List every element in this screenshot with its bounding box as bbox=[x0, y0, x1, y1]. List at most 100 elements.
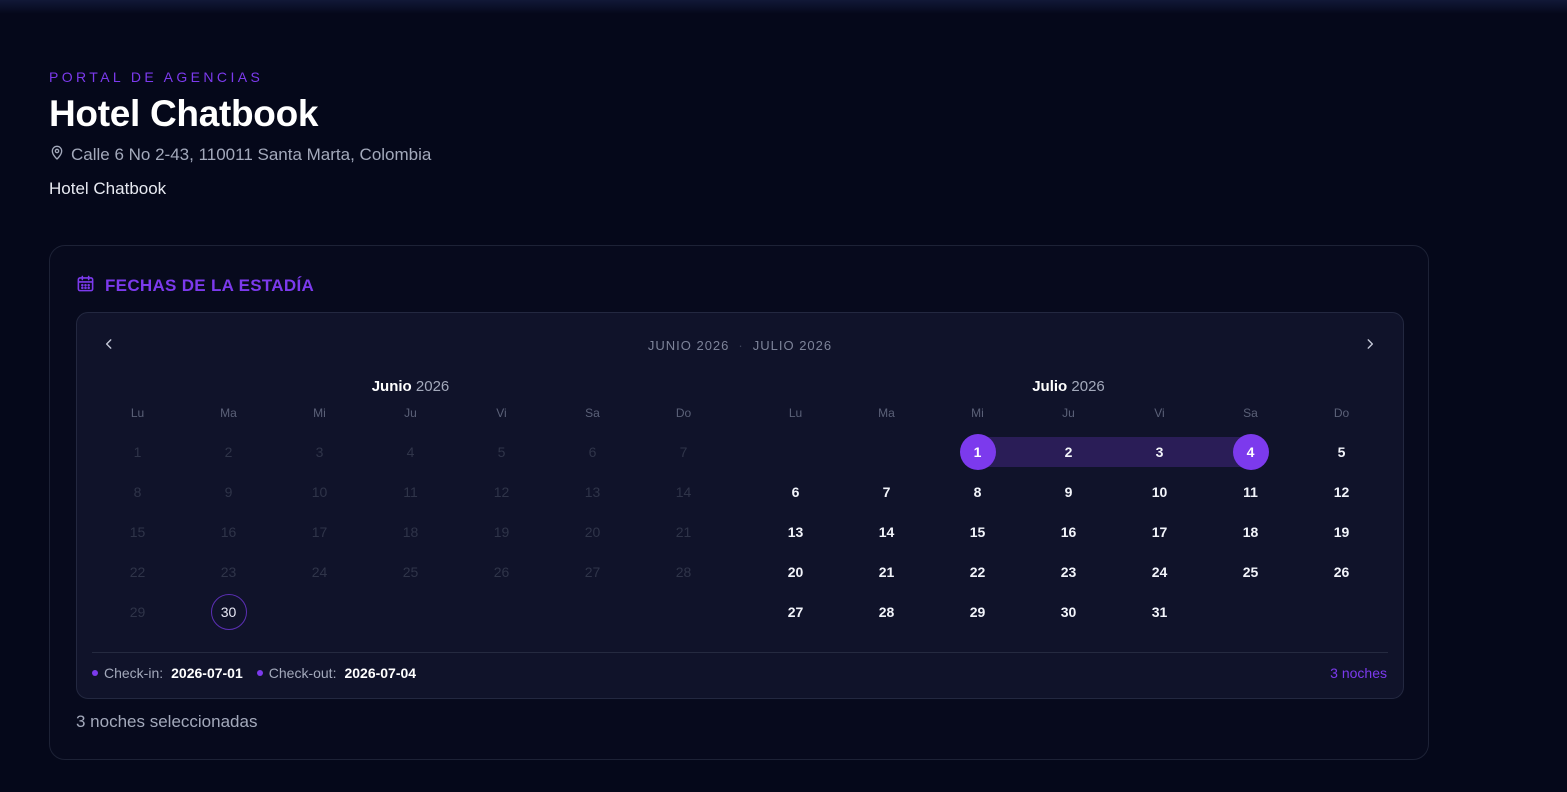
day-cell[interactable]: 31 bbox=[1114, 592, 1205, 632]
visible-range-label: JUNIO 2026 · JULIO 2026 bbox=[77, 338, 1403, 353]
day-cell: 25 bbox=[365, 552, 456, 592]
nights-selected-text: 3 noches seleccionadas bbox=[76, 712, 258, 731]
day-cell[interactable]: 25 bbox=[1205, 552, 1296, 592]
hotel-address: Calle 6 No 2-43, 110011 Santa Marta, Col… bbox=[49, 144, 431, 166]
day-cell[interactable]: 16 bbox=[1023, 512, 1114, 552]
day-cell[interactable]: 3 bbox=[1114, 432, 1205, 472]
day-cell[interactable]: 12 bbox=[1296, 472, 1387, 512]
day-cell[interactable]: 23 bbox=[1023, 552, 1114, 592]
day-cell[interactable]: 19 bbox=[1296, 512, 1387, 552]
day-cell[interactable]: 26 bbox=[1296, 552, 1387, 592]
day-cell[interactable]: 15 bbox=[932, 512, 1023, 552]
top-banner-glow bbox=[0, 0, 1567, 14]
weekday-label: Vi bbox=[496, 406, 507, 420]
day-number: 29 bbox=[969, 604, 986, 620]
day-number: 12 bbox=[1333, 484, 1350, 500]
day-cell[interactable]: 24 bbox=[1114, 552, 1205, 592]
day-number: 27 bbox=[584, 564, 601, 580]
day-number: 9 bbox=[1064, 484, 1073, 500]
day-cell[interactable]: 17 bbox=[1114, 512, 1205, 552]
day-number: 12 bbox=[493, 484, 510, 500]
day-number: 20 bbox=[787, 564, 804, 580]
day-number: 1 bbox=[133, 444, 142, 460]
day-cell[interactable]: 2 bbox=[1023, 432, 1114, 472]
day-number: 24 bbox=[311, 564, 328, 580]
calendar-icon bbox=[76, 274, 95, 298]
day-number: 7 bbox=[882, 484, 891, 500]
day-number: 29 bbox=[129, 604, 146, 620]
day-number: 25 bbox=[1242, 564, 1259, 580]
day-cell: 27 bbox=[547, 552, 638, 592]
day-number: 17 bbox=[1151, 524, 1168, 540]
day-cell[interactable]: 28 bbox=[841, 592, 932, 632]
day-number: 4 bbox=[406, 444, 415, 460]
day-cell: 16 bbox=[183, 512, 274, 552]
day-number: 19 bbox=[493, 524, 510, 540]
day-cell: 8 bbox=[92, 472, 183, 512]
day-cell[interactable]: 18 bbox=[1205, 512, 1296, 552]
day-cell[interactable]: 30 bbox=[1023, 592, 1114, 632]
day-cell[interactable]: 21 bbox=[841, 552, 932, 592]
day-cell: 13 bbox=[547, 472, 638, 512]
day-cell: 28 bbox=[638, 552, 729, 592]
day-number: 8 bbox=[133, 484, 142, 500]
day-cell[interactable]: 1 bbox=[932, 432, 1023, 472]
month-name: Junio bbox=[371, 378, 412, 395]
day-number: 6 bbox=[588, 444, 597, 460]
day-number: 16 bbox=[220, 524, 237, 540]
portal-eyebrow: PORTAL DE AGENCIAS bbox=[49, 69, 264, 85]
day-number: 13 bbox=[584, 484, 601, 500]
day-cell[interactable]: 4 bbox=[1205, 432, 1296, 472]
range-left-label: JUNIO 2026 bbox=[647, 338, 730, 353]
day-number: 30 bbox=[210, 594, 247, 630]
empty-day-cell bbox=[750, 432, 841, 472]
day-cell[interactable]: 10 bbox=[1114, 472, 1205, 512]
day-cell[interactable]: 11 bbox=[1205, 472, 1296, 512]
stay-dates-card: FECHAS DE LA ESTADÍA JUNIO 2026 · JULIO 20… bbox=[49, 245, 1429, 760]
day-number: 27 bbox=[787, 604, 804, 620]
day-cell[interactable]: 7 bbox=[841, 472, 932, 512]
hotel-subname: Hotel Chatbook bbox=[49, 179, 167, 198]
day-cell: 23 bbox=[183, 552, 274, 592]
day-number: 31 bbox=[1151, 604, 1168, 620]
day-cell[interactable]: 9 bbox=[1023, 472, 1114, 512]
day-cell[interactable]: 8 bbox=[932, 472, 1023, 512]
day-cell[interactable]: 30 bbox=[183, 592, 274, 632]
next-month-button[interactable] bbox=[1359, 335, 1381, 357]
day-cell[interactable]: 6 bbox=[750, 472, 841, 512]
day-number: 11 bbox=[1243, 484, 1258, 500]
day-cell: 19 bbox=[456, 512, 547, 552]
day-number: 17 bbox=[311, 524, 328, 540]
day-cell: 21 bbox=[638, 512, 729, 552]
day-number: 21 bbox=[675, 524, 692, 540]
weekday-label: Lu bbox=[788, 406, 803, 420]
card-title: FECHAS DE LA ESTADÍA bbox=[105, 276, 315, 295]
month-year: 2026 bbox=[1071, 378, 1105, 395]
weekday-label: Vi bbox=[1154, 406, 1165, 420]
checkin-label: Check-in: bbox=[104, 665, 164, 681]
month-year: 2026 bbox=[415, 378, 450, 395]
weekday-label: Do bbox=[1333, 406, 1350, 420]
day-cell: 18 bbox=[365, 512, 456, 552]
day-number: 8 bbox=[973, 484, 982, 500]
day-number: 22 bbox=[129, 564, 146, 580]
day-number: 15 bbox=[969, 524, 986, 540]
day-cell: 24 bbox=[274, 552, 365, 592]
day-cell[interactable]: 27 bbox=[750, 592, 841, 632]
day-cell[interactable]: 29 bbox=[932, 592, 1023, 632]
day-number: 16 bbox=[1060, 524, 1077, 540]
day-cell[interactable]: 14 bbox=[841, 512, 932, 552]
day-cell[interactable]: 13 bbox=[750, 512, 841, 552]
card-heading: FECHAS DE LA ESTADÍA bbox=[76, 274, 314, 298]
weekday-label: Sa bbox=[1243, 406, 1258, 420]
day-cell[interactable]: 5 bbox=[1296, 432, 1387, 472]
day-cell: 10 bbox=[274, 472, 365, 512]
range-separator: · bbox=[738, 338, 744, 353]
day-cell: 22 bbox=[92, 552, 183, 592]
day-number: 14 bbox=[675, 484, 692, 500]
day-number: 19 bbox=[1333, 524, 1350, 540]
calendar-divider bbox=[92, 652, 1388, 653]
day-cell: 15 bbox=[92, 512, 183, 552]
day-cell[interactable]: 22 bbox=[932, 552, 1023, 592]
day-cell[interactable]: 20 bbox=[750, 552, 841, 592]
